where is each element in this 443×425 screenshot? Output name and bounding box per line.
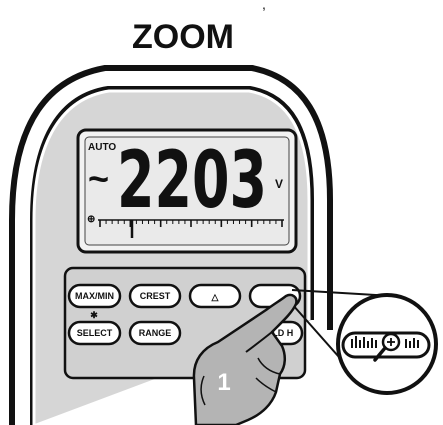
zoom-diagram: , ZOOM AUTO ~ 2203 V ⊕ MAX/MIN CREST △ ✱… — [9, 0, 438, 425]
auto-indicator: AUTO — [88, 142, 116, 153]
zoom-callout — [336, 293, 438, 395]
select-star: ✱ — [90, 310, 98, 320]
lcd-display: AUTO ~ 2203 V ⊕ — [76, 128, 298, 254]
step-number: 1 — [217, 369, 230, 396]
svg-text:MAX/MIN: MAX/MIN — [75, 291, 114, 301]
maxmin-button[interactable]: MAX/MIN — [67, 283, 122, 309]
zoom-magnifier-icon — [341, 331, 431, 362]
top-fragment: , — [262, 0, 266, 12]
page-title: ZOOM — [132, 18, 234, 56]
ac-symbol: ~ — [88, 158, 109, 199]
svg-text:SELECT: SELECT — [77, 328, 113, 338]
svg-text:RANGE: RANGE — [139, 328, 172, 338]
unit-label: V — [275, 177, 283, 191]
range-button[interactable]: RANGE — [128, 320, 182, 346]
delta-button[interactable]: △ — [188, 283, 242, 309]
reading-digits: 2203 — [117, 136, 267, 226]
crest-button[interactable]: CREST — [128, 283, 182, 309]
select-button[interactable]: SELECT — [67, 320, 122, 346]
bargraph-marker: ⊕ — [87, 214, 95, 225]
svg-text:CREST: CREST — [140, 291, 171, 301]
svg-text:△: △ — [211, 292, 220, 302]
